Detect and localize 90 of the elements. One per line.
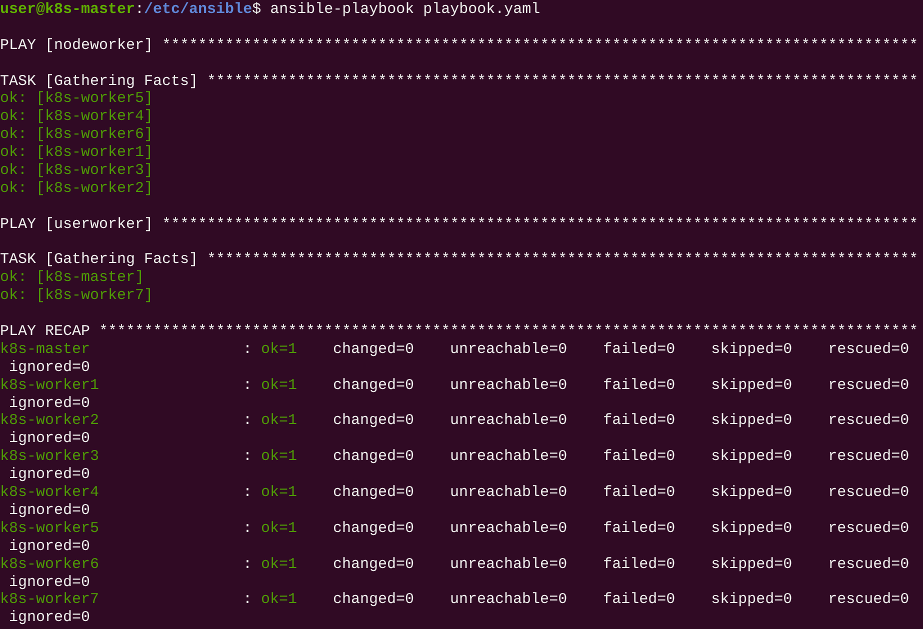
recap-changed: changed=0 (333, 376, 414, 394)
recap-skipped: skipped=0 (711, 376, 792, 394)
recap-separator: : (243, 376, 252, 394)
recap-unreachable: unreachable=0 (450, 376, 568, 394)
recap-separator: : (243, 520, 252, 537)
recap-failed: failed=0 (603, 556, 676, 573)
command-text: ansible-playbook playbook.yaml (269, 1, 540, 19)
recap-ok: ok=1 (261, 340, 298, 358)
recap-ignored: ignored=0 (9, 538, 90, 556)
section-header: TASK [Gathering Facts] ******************************************************************************* (0, 251, 918, 270)
recap-host: k8s-worker6 (0, 556, 100, 573)
recap-failed: failed=0 (603, 520, 676, 537)
recap-changed: changed=0 (333, 556, 414, 573)
recap-changed: changed=0 (333, 340, 414, 358)
recap-unreachable: unreachable=0 (450, 556, 568, 573)
recap-host: k8s-worker3 (0, 448, 100, 466)
recap-rescued: rescued=0 (828, 520, 910, 537)
section-header: PLAY [userworker] ************************************************************************************ (0, 216, 918, 234)
recap-ignored: ignored=0 (9, 358, 90, 377)
recap-failed: failed=0 (603, 484, 676, 502)
recap-ignored: ignored=0 (9, 466, 90, 484)
prompt-path: /etc/ansible (144, 1, 252, 19)
recap-separator: : (243, 412, 252, 430)
recap-ok: ok=1 (261, 376, 298, 394)
recap-rescued: rescued=0 (828, 340, 910, 358)
recap-unreachable: unreachable=0 (450, 591, 568, 608)
recap-skipped: skipped=0 (711, 448, 792, 466)
section-header: TASK [Gathering Facts] ******************************************************************************* (0, 72, 918, 90)
recap-failed: failed=0 (603, 412, 676, 430)
recap-unreachable: unreachable=0 (450, 484, 568, 502)
recap-changed: changed=0 (333, 412, 414, 430)
recap-unreachable: unreachable=0 (450, 448, 568, 466)
recap-separator: : (243, 556, 252, 573)
recap-changed: changed=0 (333, 484, 414, 502)
prompt-user-host: user@k8s-master (0, 1, 136, 19)
recap-rescued: rescued=0 (828, 591, 910, 608)
ok-status-line: ok: [k8s-worker3] (0, 162, 154, 180)
ok-status-line: ok: [k8s-worker5] (0, 90, 154, 108)
recap-changed: changed=0 (333, 591, 414, 608)
recap-separator: : (243, 484, 252, 502)
ok-status-line: ok: [k8s-worker2] (0, 180, 154, 198)
recap-ignored: ignored=0 (9, 394, 90, 412)
recap-skipped: skipped=0 (711, 340, 792, 358)
recap-ok: ok=1 (261, 412, 298, 430)
recap-skipped: skipped=0 (711, 520, 792, 537)
recap-ignored: ignored=0 (9, 430, 90, 448)
recap-skipped: skipped=0 (711, 484, 792, 502)
recap-ok: ok=1 (261, 556, 298, 573)
recap-host: k8s-master (0, 340, 90, 358)
ok-status-line: ok: [k8s-worker4] (0, 108, 154, 126)
recap-ok: ok=1 (261, 591, 298, 608)
recap-rescued: rescued=0 (828, 412, 910, 430)
recap-separator: : (243, 340, 252, 358)
ok-status-line: ok: [k8s-master] (0, 269, 144, 288)
recap-host: k8s-worker1 (0, 376, 100, 394)
recap-rescued: rescued=0 (828, 448, 910, 466)
recap-rescued: rescued=0 (828, 484, 910, 502)
recap-host: k8s-worker4 (0, 484, 100, 502)
recap-ok: ok=1 (261, 484, 298, 502)
recap-ignored: ignored=0 (9, 609, 90, 628)
recap-unreachable: unreachable=0 (450, 520, 568, 537)
prompt-separator: : (135, 1, 144, 19)
recap-changed: changed=0 (333, 448, 414, 466)
recap-skipped: skipped=0 (711, 412, 792, 430)
recap-failed: failed=0 (603, 340, 676, 358)
recap-unreachable: unreachable=0 (450, 412, 568, 430)
recap-changed: changed=0 (333, 520, 414, 537)
recap-skipped: skipped=0 (711, 591, 792, 608)
recap-rescued: rescued=0 (828, 376, 910, 394)
recap-failed: failed=0 (603, 448, 676, 466)
recap-failed: failed=0 (603, 376, 676, 394)
recap-ignored: ignored=0 (9, 502, 90, 520)
ok-status-line: ok: [k8s-worker1] (0, 144, 154, 162)
ok-status-line: ok: [k8s-worker6] (0, 126, 154, 144)
ok-status-line: ok: [k8s-worker7] (0, 287, 154, 306)
recap-skipped: skipped=0 (711, 556, 792, 573)
recap-failed: failed=0 (603, 591, 676, 608)
prompt-symbol: $ (252, 1, 262, 19)
recap-ignored: ignored=0 (9, 574, 90, 592)
recap-ok: ok=1 (261, 448, 298, 466)
section-header: PLAY [nodeworker] ************************************************************************************ (0, 36, 918, 55)
recap-ok: ok=1 (261, 520, 298, 537)
recap-host: k8s-worker5 (0, 520, 100, 537)
recap-host: k8s-worker7 (0, 591, 100, 608)
recap-separator: : (243, 448, 252, 466)
recap-separator: : (243, 591, 252, 608)
recap-host: k8s-worker2 (0, 412, 100, 430)
section-header: PLAY RECAP ******************************************************************************************* (0, 323, 918, 341)
recap-unreachable: unreachable=0 (450, 340, 568, 358)
recap-rescued: rescued=0 (828, 556, 910, 573)
